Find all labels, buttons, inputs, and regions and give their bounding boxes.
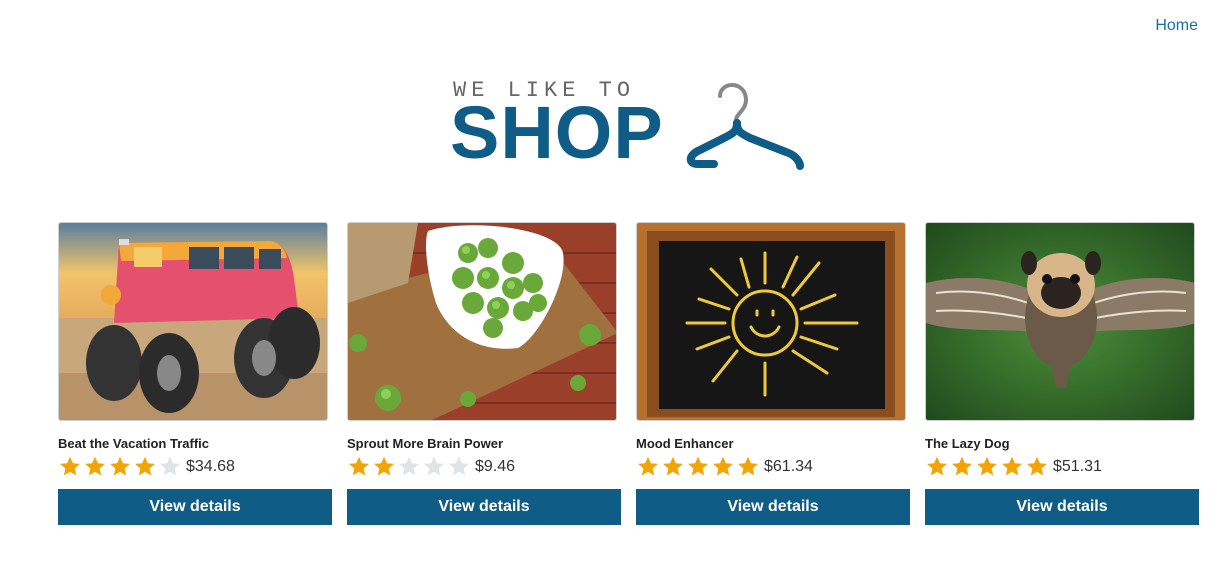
star-rating	[636, 455, 760, 479]
nav-home-link[interactable]: Home	[1155, 17, 1198, 35]
star-filled-icon	[1027, 456, 1047, 476]
star-filled-icon	[60, 456, 80, 476]
product-price: $51.31	[1053, 458, 1102, 475]
product-card: Mood Enhancer $61.34 View details	[636, 222, 910, 525]
star-filled-icon	[1002, 456, 1022, 476]
product-card: Beat the Vacation Traffic $34.68 View de…	[58, 222, 332, 525]
product-grid: Beat the Vacation Traffic $34.68 View de…	[58, 222, 1199, 525]
product-price: $61.34	[764, 458, 813, 475]
product-title[interactable]: Sprout More Brain Power	[347, 436, 621, 452]
view-details-button[interactable]: View details	[636, 489, 910, 525]
star-filled-icon	[977, 456, 997, 476]
star-empty-icon	[449, 456, 469, 476]
star-filled-icon	[135, 456, 155, 476]
view-details-button[interactable]: View details	[58, 489, 332, 525]
star-filled-icon	[349, 456, 369, 476]
view-details-button[interactable]: View details	[925, 489, 1199, 525]
star-filled-icon	[927, 456, 947, 476]
view-details-button[interactable]: View details	[347, 489, 621, 525]
star-filled-icon	[738, 456, 758, 476]
product-meta: $51.31	[925, 454, 1199, 480]
product-image-link[interactable]	[636, 222, 906, 421]
logo-word: SHOP	[450, 91, 664, 174]
star-filled-icon	[952, 456, 972, 476]
star-filled-icon	[688, 456, 708, 476]
star-filled-icon	[374, 456, 394, 476]
star-filled-icon	[638, 456, 658, 476]
star-filled-icon	[663, 456, 683, 476]
product-card: The Lazy Dog $51.31 View details	[925, 222, 1199, 525]
product-meta: $9.46	[347, 454, 621, 480]
star-empty-icon	[160, 456, 180, 476]
star-filled-icon	[110, 456, 130, 476]
product-card: Sprout More Brain Power $9.46 View detai…	[347, 222, 621, 525]
product-image-link[interactable]	[925, 222, 1195, 421]
star-filled-icon	[85, 456, 105, 476]
star-empty-icon	[424, 456, 444, 476]
star-empty-icon	[399, 456, 419, 476]
product-title[interactable]: The Lazy Dog	[925, 436, 1199, 452]
chalkboard-sun-photo	[637, 223, 905, 420]
product-meta: $34.68	[58, 454, 332, 480]
product-title[interactable]: Beat the Vacation Traffic	[58, 436, 332, 452]
product-image-link[interactable]	[58, 222, 328, 421]
product-image-link[interactable]	[347, 222, 617, 421]
product-meta: $61.34	[636, 454, 910, 480]
star-rating	[347, 455, 471, 479]
star-rating	[58, 455, 182, 479]
product-price: $9.46	[475, 458, 516, 475]
hanger-icon	[686, 82, 804, 170]
product-price: $34.68	[186, 458, 235, 475]
brussels-sprouts-photo	[348, 223, 616, 420]
flying-pug-photo	[926, 223, 1194, 420]
shop-logo[interactable]: WE LIKE TO SHOP	[450, 74, 812, 174]
monster-van-photo	[59, 223, 327, 420]
star-filled-icon	[713, 456, 733, 476]
star-rating	[925, 455, 1049, 479]
product-title[interactable]: Mood Enhancer	[636, 436, 910, 452]
